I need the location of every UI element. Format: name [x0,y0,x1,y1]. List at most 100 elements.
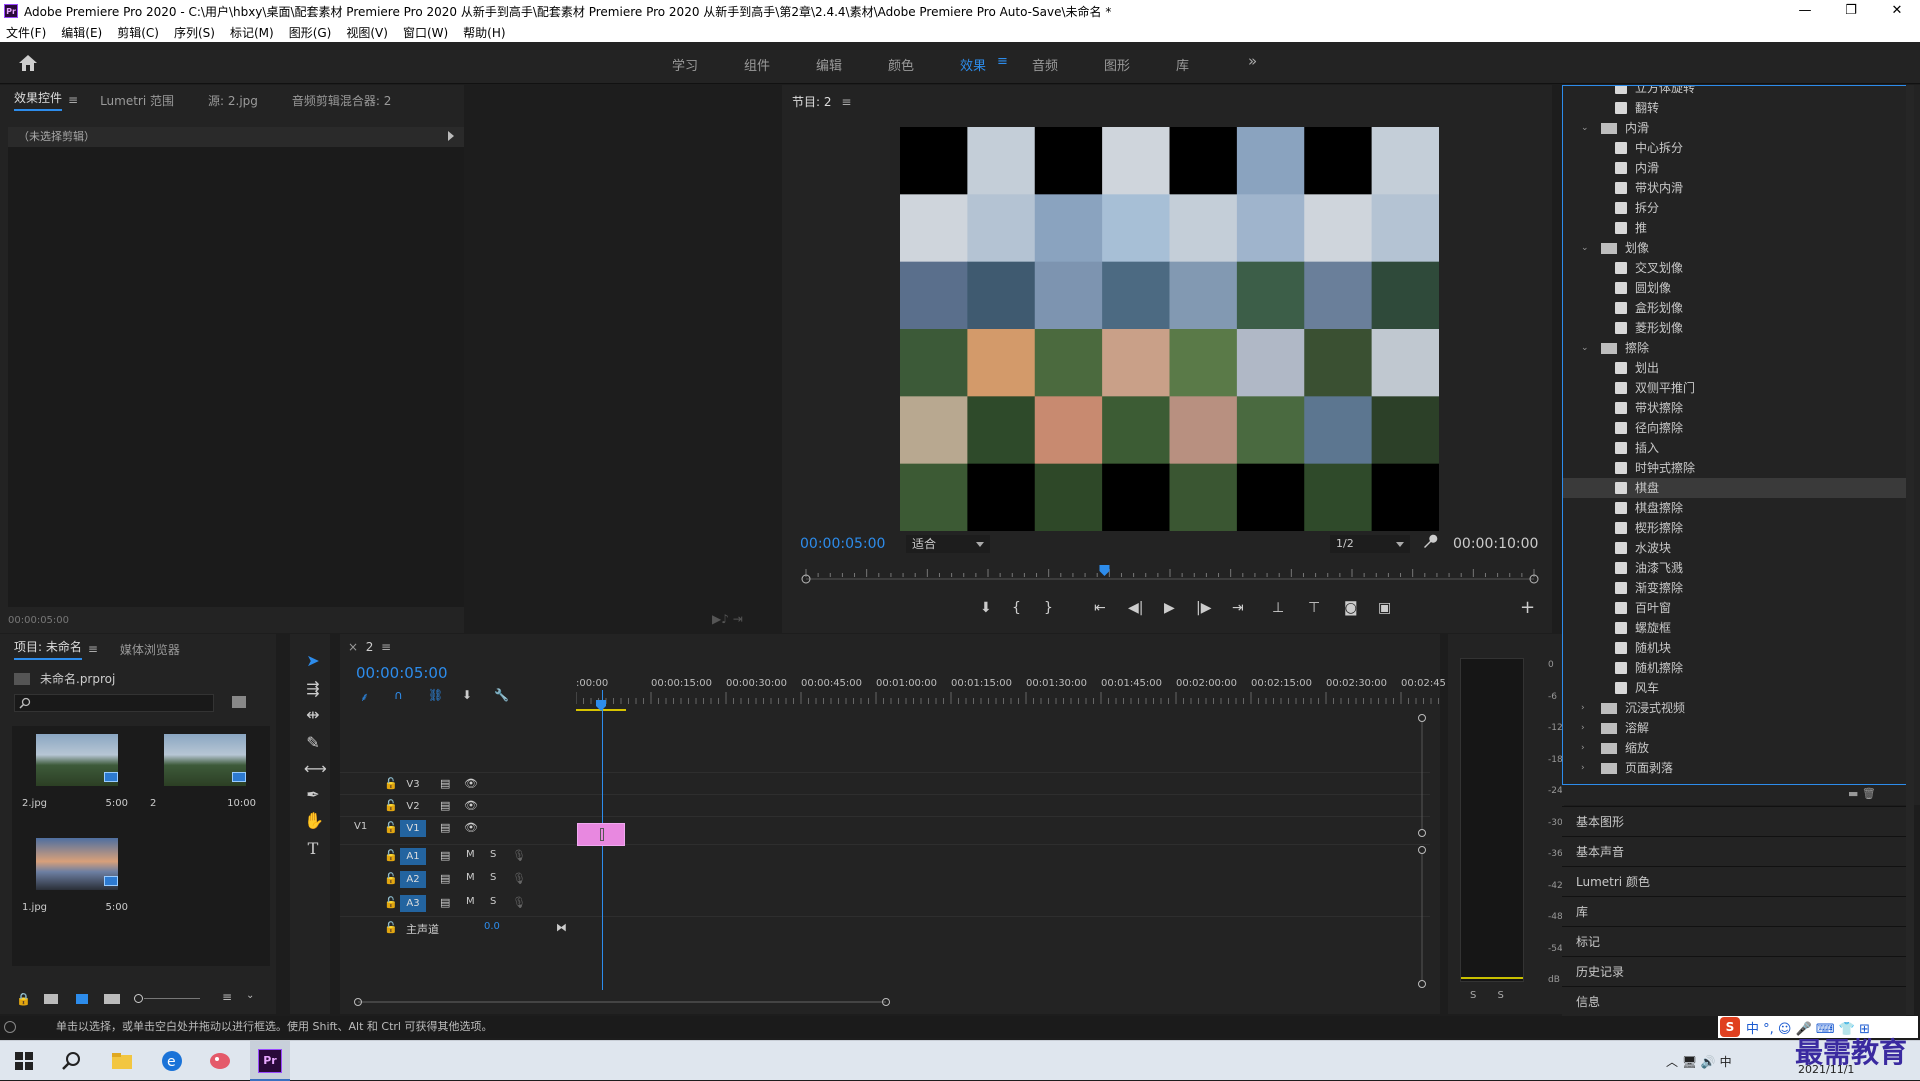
panel-history[interactable]: 历史记录 [1562,956,1906,986]
tab-media-browser[interactable]: 媒体浏览器 [120,641,180,658]
nest-sequence-icon[interactable]: ⸙ [360,688,369,705]
workspace-menu-icon[interactable]: ≡ [997,54,1008,69]
panel-markers[interactable]: 标记 [1562,926,1906,956]
workspace-tab-color[interactable]: 颜色 [888,55,914,74]
timeline-settings-wrench-icon[interactable]: 🔧 [494,688,509,702]
mark-out-icon[interactable]: } [1044,600,1053,616]
workspace-tab-graphics[interactable]: 图形 [1104,55,1130,74]
list-view-icon[interactable] [44,994,58,1004]
chevron-right-icon[interactable]: › [1581,718,1585,738]
sync-lock-icon[interactable]: ▤ [440,872,450,885]
panel-menu-icon[interactable]: ≡ [381,640,391,654]
system-tray-icons[interactable]: ︿ 🖥 🔊 中 [1666,1053,1732,1070]
tab-effect-controls[interactable]: 效果控件 [14,89,63,111]
timeline-horizontal-scrollbar[interactable] [354,998,1414,1006]
icon-view-icon[interactable] [76,994,88,1004]
mark-in-icon[interactable]: { [1012,600,1021,616]
menu-help[interactable]: 帮助(H) [463,24,505,41]
effects-item[interactable]: 时钟式擦除 [1563,458,1913,478]
effects-item[interactable]: 立方体旋转 [1563,86,1913,98]
sync-lock-icon[interactable]: ▤ [440,777,450,790]
effects-item[interactable]: 水波块 [1563,538,1913,558]
microphone-icon[interactable]: 🎙 [512,872,526,885]
timeline-clip-v1[interactable] [577,823,625,846]
hand-tool-icon[interactable]: ✋ [304,812,324,830]
track-label[interactable]: A3 [400,895,426,912]
compare-view-icon[interactable]: ▣ [1378,600,1391,616]
effects-item[interactable]: 中心拆分 [1563,138,1913,158]
edge-browser-icon[interactable]: e [160,1049,184,1073]
sync-lock-icon[interactable]: ▤ [440,896,450,909]
linked-selection-icon[interactable]: ⛓ [428,688,443,702]
effects-item[interactable]: 拆分 [1563,198,1913,218]
effects-item[interactable]: 随机擦除 [1563,658,1913,678]
track-label[interactable]: V2 [400,798,426,815]
menu-view[interactable]: 视图(V) [346,24,388,41]
razor-tool-icon[interactable]: ✎ [304,734,322,752]
menu-clip[interactable]: 剪辑(C) [117,24,159,41]
go-to-out-icon[interactable]: ⇥ [1232,600,1244,616]
effects-item[interactable]: 带状内滑 [1563,178,1913,198]
effects-item[interactable]: 推 [1563,218,1913,238]
effects-item[interactable]: 带状擦除 [1563,398,1913,418]
timeline-tab[interactable]: × 2 ≡ [348,640,391,654]
panel-essential-sound[interactable]: 基本声音 [1562,836,1906,866]
step-forward-icon[interactable]: |▶ [1196,600,1211,616]
play-icon[interactable]: ▶ [1164,600,1175,616]
track-select-tool-icon[interactable]: ⇶ [304,680,322,698]
chevron-right-icon[interactable]: › [1581,758,1585,778]
tab-lumetri-scopes[interactable]: Lumetri 范围 [100,92,174,109]
track-label[interactable]: A1 [400,848,426,865]
effects-item[interactable]: 翻转 [1563,98,1913,118]
timeline-vertical-scrollbar[interactable] [1418,714,1426,988]
effects-item[interactable]: 插入 [1563,438,1913,458]
eye-icon[interactable]: 👁 [464,777,478,790]
timeline-time-ruler[interactable]: :00:00 00:00:15:00 00:00:30:00 00:00:45:00 0… [576,674,1446,714]
effects-folder[interactable]: ⌄ 内滑 [1563,118,1913,138]
menu-edit[interactable]: 编辑(E) [61,24,102,41]
windows-start-icon[interactable] [12,1049,36,1073]
lift-icon[interactable]: ⊥ [1272,600,1284,616]
home-icon[interactable] [18,54,38,72]
solo-button[interactable]: S [490,896,496,907]
lock-track-icon[interactable]: 🔓 [384,799,398,812]
panel-libraries[interactable]: 库 [1562,896,1906,926]
track-label[interactable]: V3 [400,776,426,793]
menu-window[interactable]: 窗口(W) [403,24,448,41]
chevron-right-icon[interactable]: › [1581,738,1585,758]
lock-track-icon[interactable]: 🔓 [384,921,398,934]
effects-item[interactable]: 百叶窗 [1563,598,1913,618]
panel-menu-icon[interactable]: ≡ [88,642,98,656]
panel-essential-graphics[interactable]: 基本图形 [1562,806,1906,836]
lock-track-icon[interactable]: 🔓 [384,896,398,909]
tab-source[interactable]: 源: 2.jpg [208,92,258,109]
effects-item[interactable]: 菱形划像 [1563,318,1913,338]
panel-info[interactable]: 信息 [1562,986,1906,1016]
camera-export-frame-icon[interactable]: ◙ [1344,600,1358,616]
extract-icon[interactable]: ⊤ [1308,600,1320,616]
chevron-down-icon[interactable]: ⌄ [1581,338,1589,358]
new-bin-delete-icons[interactable]: ▬ 🗑 [1848,787,1876,800]
go-to-end-icon[interactable]: ⧓ [556,921,567,934]
program-time-ruler[interactable] [800,565,1540,587]
filter-icons[interactable]: ▶♪ ⇥ [712,612,743,626]
workspace-tab-assembly[interactable]: 组件 [744,55,770,74]
panel-menu-icon[interactable]: ≡ [68,93,78,107]
sync-lock-icon[interactable]: ▤ [440,799,450,812]
close-tab-icon[interactable]: × [348,640,358,654]
go-to-in-icon[interactable]: ⇤ [1094,600,1106,616]
more-workspaces-icon[interactable]: » [1248,52,1257,70]
project-item[interactable]: 2 10:00 [140,726,264,824]
menu-markers[interactable]: 标记(M) [230,24,274,41]
chevron-down-icon[interactable]: ⌄ [1581,238,1589,258]
effects-item[interactable]: 楔形擦除 [1563,518,1913,538]
effects-folder[interactable]: ⌄ 擦除 [1563,338,1913,358]
chevron-down-icon[interactable]: ⌄ [1581,118,1589,138]
effects-folder[interactable]: ⌄ 划像 [1563,238,1913,258]
program-playhead-timecode[interactable]: 00:00:05:00 [800,536,885,552]
source-patch-v1[interactable]: V1 [354,821,367,832]
add-marker-icon[interactable]: ⬇ [462,688,472,702]
effects-folder[interactable]: › 溶解 [1563,718,1913,738]
effects-item[interactable]: 双侧平推门 [1563,378,1913,398]
lock-track-icon[interactable]: 🔓 [384,821,398,834]
